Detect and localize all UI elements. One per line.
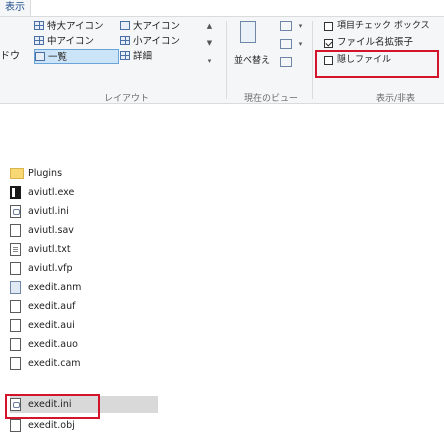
- group-separator: [312, 21, 313, 99]
- sort-button[interactable]: 並べ替え: [234, 53, 270, 66]
- small-icons-icon: [120, 36, 130, 45]
- layout-small-icons[interactable]: 小アイコン: [120, 34, 204, 49]
- layout-column-1: 特大アイコン 中アイコン 一覧: [34, 19, 119, 64]
- settings-file-icon: [10, 205, 21, 218]
- list-item[interactable]: exedit.auo: [10, 336, 158, 353]
- current-view-group: 並べ替え ▾ ▾: [234, 19, 310, 89]
- layout-expand[interactable]: ▾: [205, 57, 214, 66]
- file-icon: [10, 319, 21, 332]
- file-icon: [10, 224, 21, 237]
- annotation-highlight-extensions: [315, 50, 439, 78]
- file-icon: [10, 262, 21, 275]
- list-item[interactable]: aviutl.ini: [10, 203, 158, 220]
- list-item[interactable]: aviutl.exe: [10, 184, 158, 201]
- layout-details[interactable]: 詳細: [120, 49, 204, 64]
- current-view-group-label: 現在のビュー: [244, 94, 299, 104]
- script-file-icon: [10, 281, 21, 294]
- add-columns-icon[interactable]: [280, 39, 292, 49]
- group-by-icon[interactable]: [280, 21, 292, 31]
- layout-group: 特大アイコン 中アイコン 一覧 大アイコン 小アイコン 詳細 ▲ ▼ ▾: [34, 19, 214, 89]
- text-file-icon: [10, 243, 21, 256]
- pane-cut-label: ドウ: [0, 51, 20, 62]
- annotation-highlight-file: [5, 394, 100, 419]
- list-item[interactable]: Plugins: [10, 165, 158, 182]
- list-item[interactable]: exedit.auf: [10, 298, 158, 315]
- file-icon: [10, 357, 21, 370]
- layout-scroll-up[interactable]: ▲: [205, 22, 214, 31]
- file-extensions-checkbox[interactable]: [324, 39, 333, 48]
- list-item[interactable]: aviutl.txt: [10, 241, 158, 258]
- layout-column-2: 大アイコン 小アイコン 詳細: [120, 19, 204, 64]
- list-item[interactable]: exedit.obj: [10, 417, 158, 434]
- layout-group-label: レイアウト: [104, 94, 150, 104]
- list-item[interactable]: aviutl.vfp: [10, 260, 158, 277]
- ribbon-tab-bar: 表示: [0, 0, 444, 16]
- chevron-down-icon[interactable]: ▾: [296, 22, 305, 31]
- file-icon: [10, 419, 21, 432]
- folder-icon: [10, 168, 24, 179]
- details-icon: [120, 51, 130, 60]
- layout-list[interactable]: 一覧: [34, 49, 119, 64]
- layout-medium-icons[interactable]: 中アイコン: [34, 34, 119, 49]
- size-columns-icon[interactable]: [280, 57, 292, 67]
- list-item[interactable]: exedit.anm: [10, 279, 158, 296]
- list-item[interactable]: exedit.aui: [10, 317, 158, 334]
- file-icon: [10, 300, 21, 313]
- sort-icon: [240, 21, 256, 43]
- list-item[interactable]: aviutl.sav: [10, 222, 158, 239]
- tab-view[interactable]: 表示: [0, 0, 31, 16]
- show-hide-group-label: 表示/非表: [376, 94, 416, 104]
- file-icon: [10, 338, 21, 351]
- large-icons-icon: [120, 21, 130, 30]
- large-icons-icon: [34, 21, 44, 30]
- layout-large-icons[interactable]: 大アイコン: [120, 19, 204, 34]
- medium-icons-icon: [34, 36, 44, 45]
- item-checkboxes-checkbox[interactable]: [324, 22, 333, 31]
- group-separator: [226, 21, 227, 99]
- exe-file-icon: [10, 186, 21, 199]
- layout-extra-large-icons[interactable]: 特大アイコン: [34, 19, 119, 34]
- layout-scroll-down[interactable]: ▼: [205, 39, 214, 48]
- list-icon: [35, 52, 45, 61]
- chevron-down-icon[interactable]: ▾: [296, 40, 305, 49]
- list-item[interactable]: exedit.cam: [10, 355, 158, 372]
